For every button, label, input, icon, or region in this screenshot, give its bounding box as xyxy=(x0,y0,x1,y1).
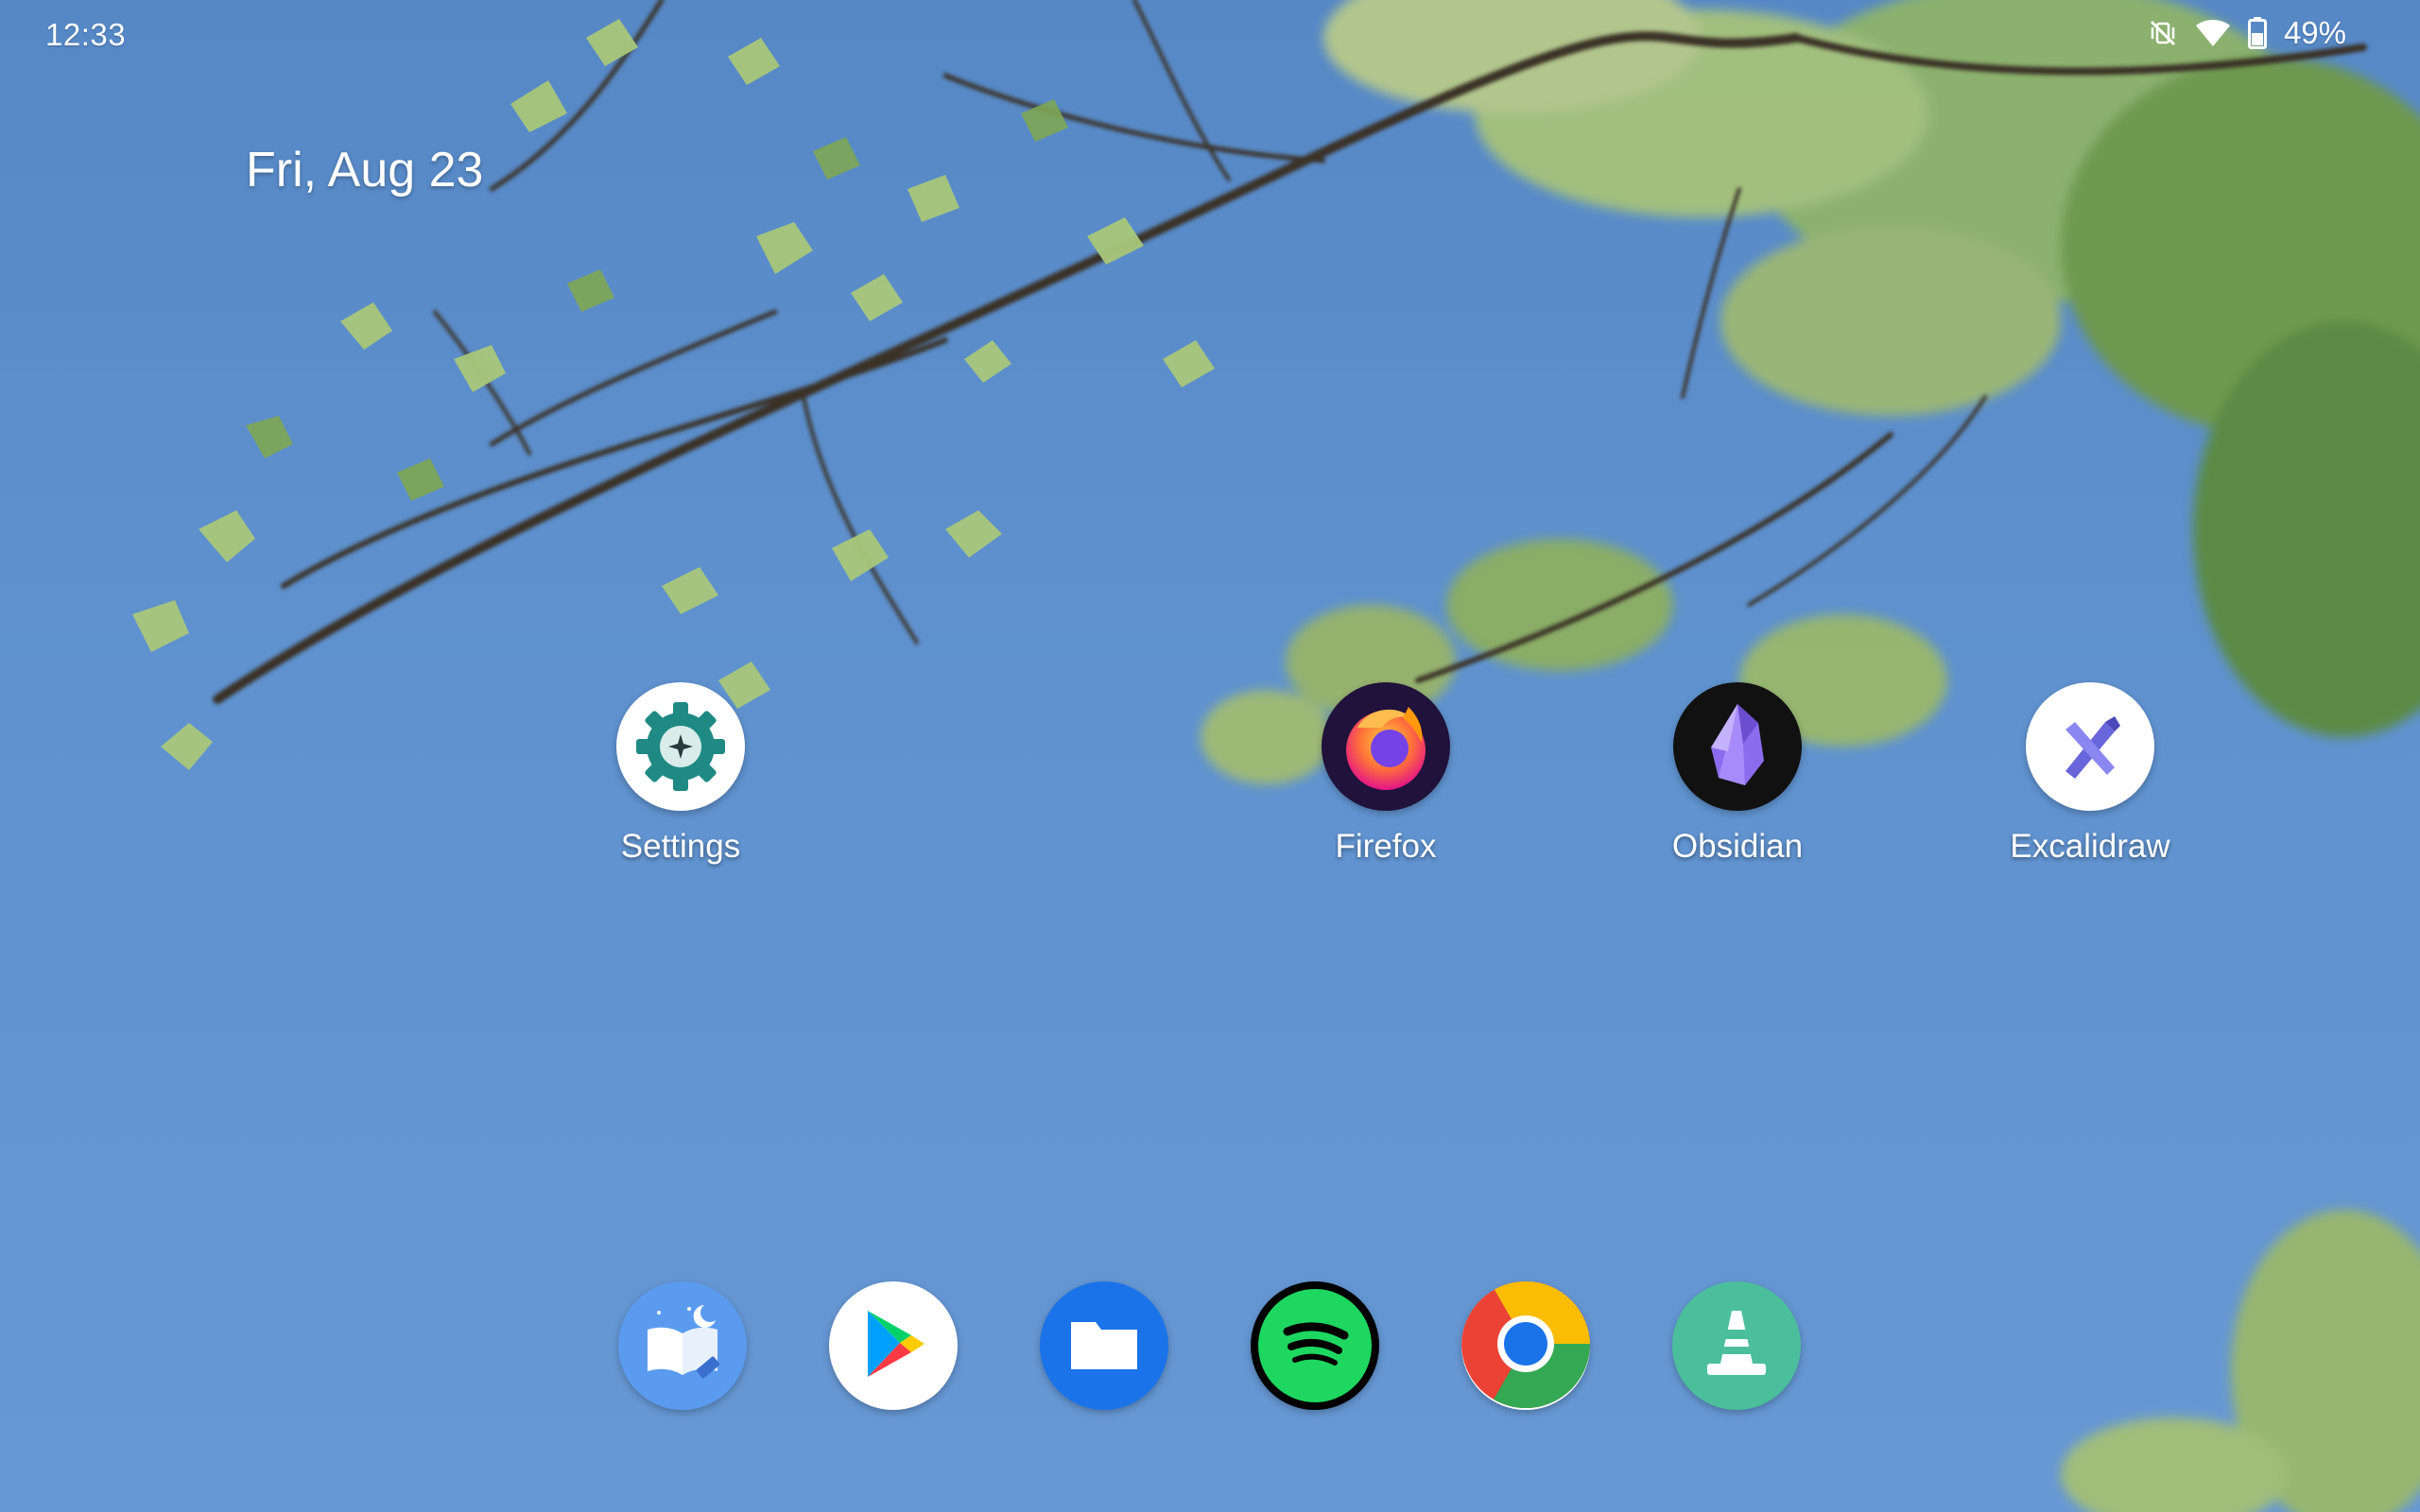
app-label-excalidraw: Excalidraw xyxy=(2010,828,2170,865)
status-bar-time: 12:33 xyxy=(45,17,127,52)
play-store-icon xyxy=(851,1301,936,1391)
files-icon xyxy=(1062,1301,1147,1391)
app-label-obsidian: Obsidian xyxy=(1671,828,1804,865)
dock-ebook-reader[interactable] xyxy=(618,1281,747,1410)
chrome-icon xyxy=(1461,1281,1590,1410)
app-obsidian[interactable]: Obsidian xyxy=(1634,682,1841,866)
battery-icon xyxy=(2247,17,2267,49)
settings-gear-icon xyxy=(616,682,745,811)
dock-files[interactable] xyxy=(1040,1281,1168,1410)
ebook-reader-icon xyxy=(631,1292,735,1400)
dock-vlc[interactable] xyxy=(1672,1281,1801,1410)
date-widget[interactable]: Fri, Aug 23 xyxy=(246,142,483,198)
app-excalidraw[interactable]: Excalidraw xyxy=(1986,682,2194,866)
dock-chrome[interactable] xyxy=(1461,1281,1590,1410)
vlc-icon xyxy=(1694,1301,1779,1391)
battery-percent: 49% xyxy=(2283,15,2346,50)
excalidraw-icon xyxy=(2026,682,2154,811)
app-label-firefox: Firefox xyxy=(1335,828,1437,865)
app-firefox[interactable]: Firefox xyxy=(1282,682,1490,866)
obsidian-icon xyxy=(1673,682,1802,811)
status-bar-icons: 49% xyxy=(2148,15,2346,51)
vibrate-off-icon xyxy=(2148,18,2178,48)
app-label-settings: Settings xyxy=(620,828,741,865)
app-settings[interactable]: Settings xyxy=(577,682,785,866)
dock-spotify[interactable] xyxy=(1251,1281,1379,1410)
wifi-icon xyxy=(2195,18,2231,48)
spotify-icon xyxy=(1272,1301,1357,1391)
dock-play-store[interactable] xyxy=(829,1281,958,1410)
firefox-icon xyxy=(1322,682,1450,811)
